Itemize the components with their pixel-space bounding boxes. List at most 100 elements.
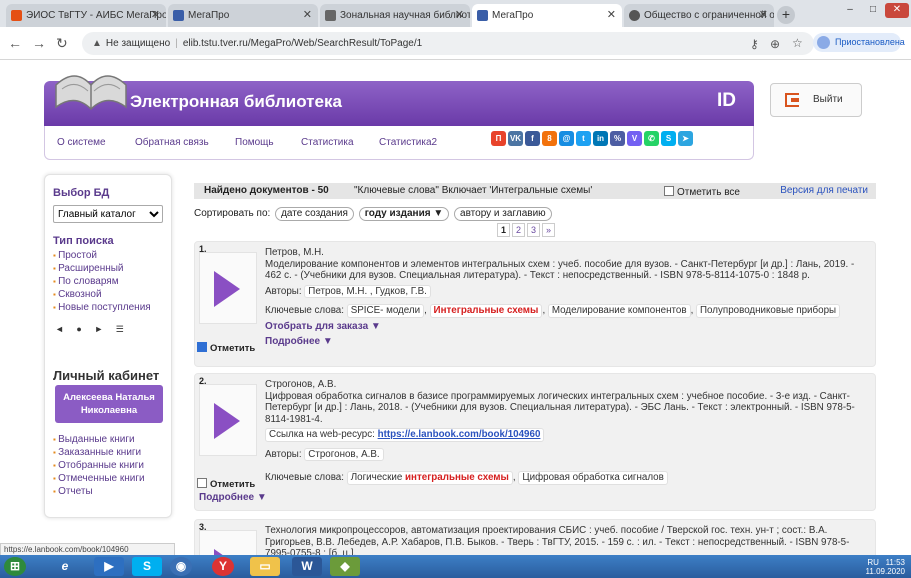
sort-by-year[interactable]: году издания ▼ [358, 207, 450, 221]
menu-item-statistics[interactable]: Статистика [301, 137, 354, 148]
yandex-icon[interactable]: Y [212, 557, 234, 576]
menu-item-about[interactable]: О системе [57, 137, 106, 148]
record-authors[interactable]: Петров, М.Н. , Гудков, Г.В. [304, 284, 431, 298]
cabinet-link-marked[interactable]: Отмеченные книги [53, 472, 145, 485]
close-window-button[interactable]: ✕ [885, 3, 909, 18]
close-icon[interactable]: ✕ [455, 4, 464, 27]
pagination: 1 2 3» [497, 223, 557, 237]
more-link[interactable]: Подробнее ▼ [265, 336, 865, 348]
book-cover-icon[interactable] [199, 384, 257, 456]
browser-tab[interactable]: Зональная научная библиотека✕ [320, 4, 470, 27]
search-type-advanced[interactable]: Расширенный [53, 262, 151, 275]
chrome-icon[interactable]: ◉ [170, 557, 192, 576]
key-icon[interactable]: ⚷ [750, 37, 759, 51]
close-icon[interactable]: ✕ [607, 4, 616, 27]
sort-by-author[interactable]: автору и заглавию [454, 207, 552, 221]
browser-tab[interactable]: ЭИОС ТвГТУ - АИБС МегаПро ✕ [6, 4, 166, 27]
menu-item-feedback[interactable]: Обратная связь [135, 137, 209, 148]
order-select-link[interactable]: Отобрать для заказа ▼ [265, 321, 865, 333]
page: Электронная библиотека ID Выйти О систем… [0, 61, 911, 555]
menu-item-help[interactable]: Помощь [235, 137, 274, 148]
more-link[interactable]: Подробнее ▼ [199, 492, 267, 503]
record-authors[interactable]: Строгонов, А.В. [304, 447, 384, 461]
clock-date: 11.09.2020 [865, 567, 905, 576]
system-tray[interactable]: RU 11:53 11.09.2020 [866, 558, 905, 576]
menu-item-statistics2[interactable]: Статистика2 [379, 137, 437, 148]
app-icon[interactable]: ▶ [94, 557, 124, 576]
search-type-simple[interactable]: Простой [53, 249, 151, 262]
keyword-tag[interactable]: Полупроводниковые приборы [696, 304, 841, 318]
minimize-button[interactable]: – [839, 3, 861, 18]
mark-checkbox[interactable]: Отметить [197, 342, 255, 354]
cabinet-link-issued[interactable]: Выданные книги [53, 433, 145, 446]
share-icon[interactable]: t [576, 131, 591, 146]
share-icon[interactable]: П [491, 131, 506, 146]
new-tab-button[interactable]: + [777, 6, 795, 24]
mark-checkbox[interactable]: Отметить [197, 478, 255, 490]
tab-bar: ЭИОС ТвГТУ - АИБС МегаПро ✕ МегаПро ✕ Зона… [0, 0, 911, 27]
close-icon[interactable]: ✕ [759, 4, 768, 27]
cabinet-link-ordered[interactable]: Заказанные книги [53, 446, 145, 459]
share-icon[interactable]: S [661, 131, 676, 146]
found-count: Найдено документов - 50 [204, 185, 329, 196]
page-1[interactable]: 1 [497, 223, 511, 237]
search-type-dictionaries[interactable]: По словарям [53, 275, 151, 288]
browser-tab[interactable]: Общество с ограниченной отв ✕ [624, 4, 774, 27]
share-icon[interactable]: ✆ [644, 131, 659, 146]
keyword-tag[interactable]: Моделирование компонентов [547, 304, 691, 318]
close-icon[interactable]: ✕ [303, 4, 312, 27]
mark-all-checkbox[interactable]: Отметить все [664, 185, 740, 201]
keyword-tag[interactable]: интегральные схемы [405, 472, 509, 483]
back-icon[interactable]: ← [8, 35, 22, 51]
language-indicator[interactable]: RU [867, 558, 879, 567]
print-version-link[interactable]: Версия для печати [780, 183, 868, 199]
ie-icon[interactable]: e [50, 557, 80, 576]
record-description: Цифровая обработка сигналов в базисе про… [265, 390, 855, 425]
skype-icon[interactable]: S [132, 557, 162, 576]
sort-by-date[interactable]: дате создания [275, 207, 354, 221]
page-3[interactable]: 3 [527, 223, 541, 237]
share-icon[interactable]: V [627, 131, 642, 146]
db-select[interactable]: Главный каталог [53, 205, 163, 223]
share-icon[interactable]: @ [559, 131, 574, 146]
start-button[interactable]: ⊞ [4, 557, 26, 576]
keyword-tag[interactable]: Цифровая обработка сигналов [518, 471, 668, 485]
book-cover-icon[interactable] [199, 530, 257, 555]
share-icon[interactable]: in [593, 131, 608, 146]
record-body: Строгонов, А.В. Цифровая обработка сигна… [265, 379, 865, 488]
keyword-tag[interactable]: Логические [351, 472, 403, 483]
star-icon[interactable]: ☆ [792, 36, 803, 50]
url-field[interactable]: ▲ Не защищено | elib.tstu.tver.ru/MegaPro/W… [82, 32, 814, 55]
search-type-cross[interactable]: Сквозной [53, 288, 151, 301]
folder-icon[interactable]: ▭ [250, 557, 280, 576]
share-icon[interactable]: % [610, 131, 625, 146]
book-cover-icon[interactable] [199, 252, 257, 324]
page-next[interactable]: » [542, 223, 556, 237]
share-icon[interactable]: f [525, 131, 540, 146]
browser-tab-active[interactable]: МегаПро ✕ [472, 4, 622, 27]
keyword-tag[interactable]: Интегральные схемы [429, 304, 543, 318]
slider-controls[interactable]: ◄ ● ► ☰ [55, 324, 124, 335]
reload-icon[interactable]: ↻ [56, 35, 68, 51]
keyword-tag[interactable]: SPICE- модели [346, 304, 425, 318]
browser-tab[interactable]: МегаПро ✕ [168, 4, 318, 27]
record-description: Моделирование компонентов и элементов ин… [265, 258, 855, 282]
forward-icon[interactable]: → [32, 35, 46, 51]
page-2[interactable]: 2 [512, 223, 526, 237]
maximize-button[interactable]: □ [862, 3, 884, 18]
record-author: Петров, М.Н. [265, 247, 324, 258]
exit-button[interactable]: Выйти [770, 83, 862, 117]
search-type-new[interactable]: Новые поступления [53, 301, 151, 314]
share-icon[interactable]: VK [508, 131, 523, 146]
cabinet-link-reports[interactable]: Отчеты [53, 485, 145, 498]
web-resource-link[interactable]: https://e.lanbook.com/book/104960 [378, 429, 541, 440]
profile-button[interactable]: Приостановлена [813, 33, 905, 52]
app-icon[interactable]: ◆ [330, 557, 360, 576]
user-button[interactable]: Алексеева Наталья Николаевна [55, 385, 163, 423]
close-icon[interactable]: ✕ [151, 4, 160, 27]
zoom-icon[interactable]: ⊕ [770, 37, 780, 51]
share-icon[interactable]: ➤ [678, 131, 693, 146]
word-icon[interactable]: W [292, 557, 322, 576]
cabinet-link-selected[interactable]: Отобранные книги [53, 459, 145, 472]
share-icon[interactable]: 8 [542, 131, 557, 146]
